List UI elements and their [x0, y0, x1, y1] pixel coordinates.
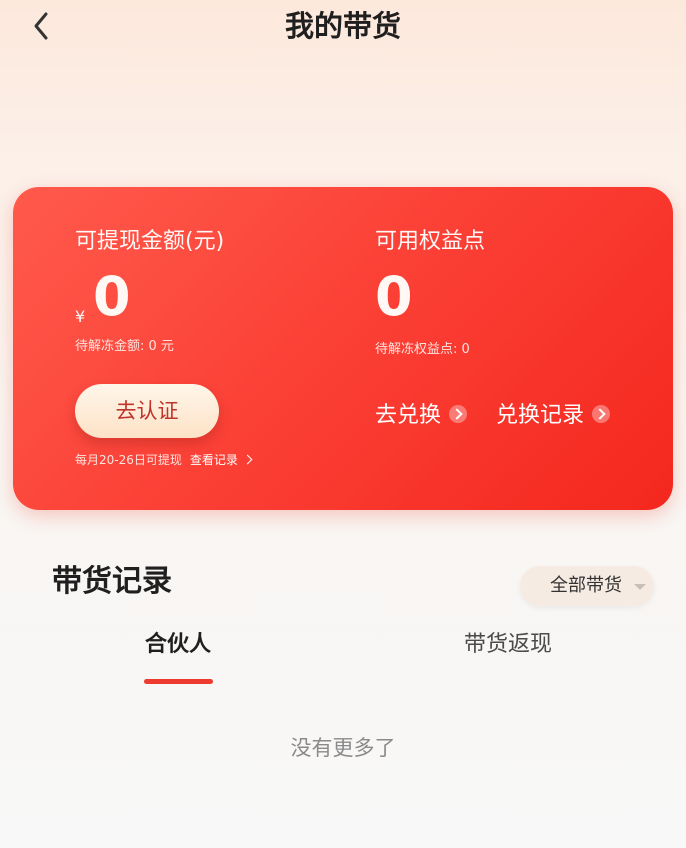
caret-down-icon — [634, 584, 646, 590]
records-filter-dropdown[interactable]: 全部带货 — [520, 566, 654, 606]
empty-state-text: 没有更多了 — [290, 736, 396, 760]
tab-partner[interactable]: 合伙人 — [138, 630, 218, 660]
withdraw-schedule-note: 每月20-26日可提现 查看记录 — [75, 451, 253, 469]
page-title: 我的带货 — [284, 9, 401, 43]
available-points-value: 0 — [375, 265, 413, 328]
exchange-link[interactable]: 去兑换 — [375, 401, 468, 431]
earnings-card: 可提现金额(元) ¥ 0 待解冻金额: 0 元 去认证 每月20-26日可提现查… — [13, 187, 673, 510]
withdrawable-amount-label: 可提现金额(元) — [75, 229, 225, 254]
pending-amount-note: 待解冻金额: 0 元 — [75, 339, 174, 354]
chevron-right-icon — [242, 454, 253, 465]
records-section-title: 带货记录 — [52, 564, 172, 599]
withdraw-schedule-text: 每月20-26日可提现 — [75, 453, 182, 467]
filter-selected-label: 全部带货 — [550, 575, 622, 596]
exchange-record-label: 兑换记录 — [496, 403, 585, 428]
arrow-right-circle-icon — [449, 405, 468, 423]
exchange-record-link[interactable]: 兑换记录 — [496, 401, 611, 431]
arrow-right-circle-icon — [592, 405, 611, 423]
header-bar: 我的带货 — [0, 0, 686, 56]
tab-cashback[interactable]: 带货返现 — [448, 630, 568, 660]
pending-points-note: 待解冻权益点: 0 — [375, 342, 470, 357]
verify-button[interactable]: 去认证 — [75, 384, 219, 438]
view-records-label: 查看记录 — [189, 453, 238, 467]
available-points-label: 可用权益点 — [375, 229, 486, 254]
exchange-label: 去兑换 — [375, 403, 442, 428]
currency-symbol: ¥ — [75, 307, 86, 326]
active-tab-indicator — [144, 679, 213, 684]
view-records-link[interactable]: 查看记录 — [189, 453, 253, 467]
withdrawable-amount-value: 0 — [93, 265, 131, 328]
